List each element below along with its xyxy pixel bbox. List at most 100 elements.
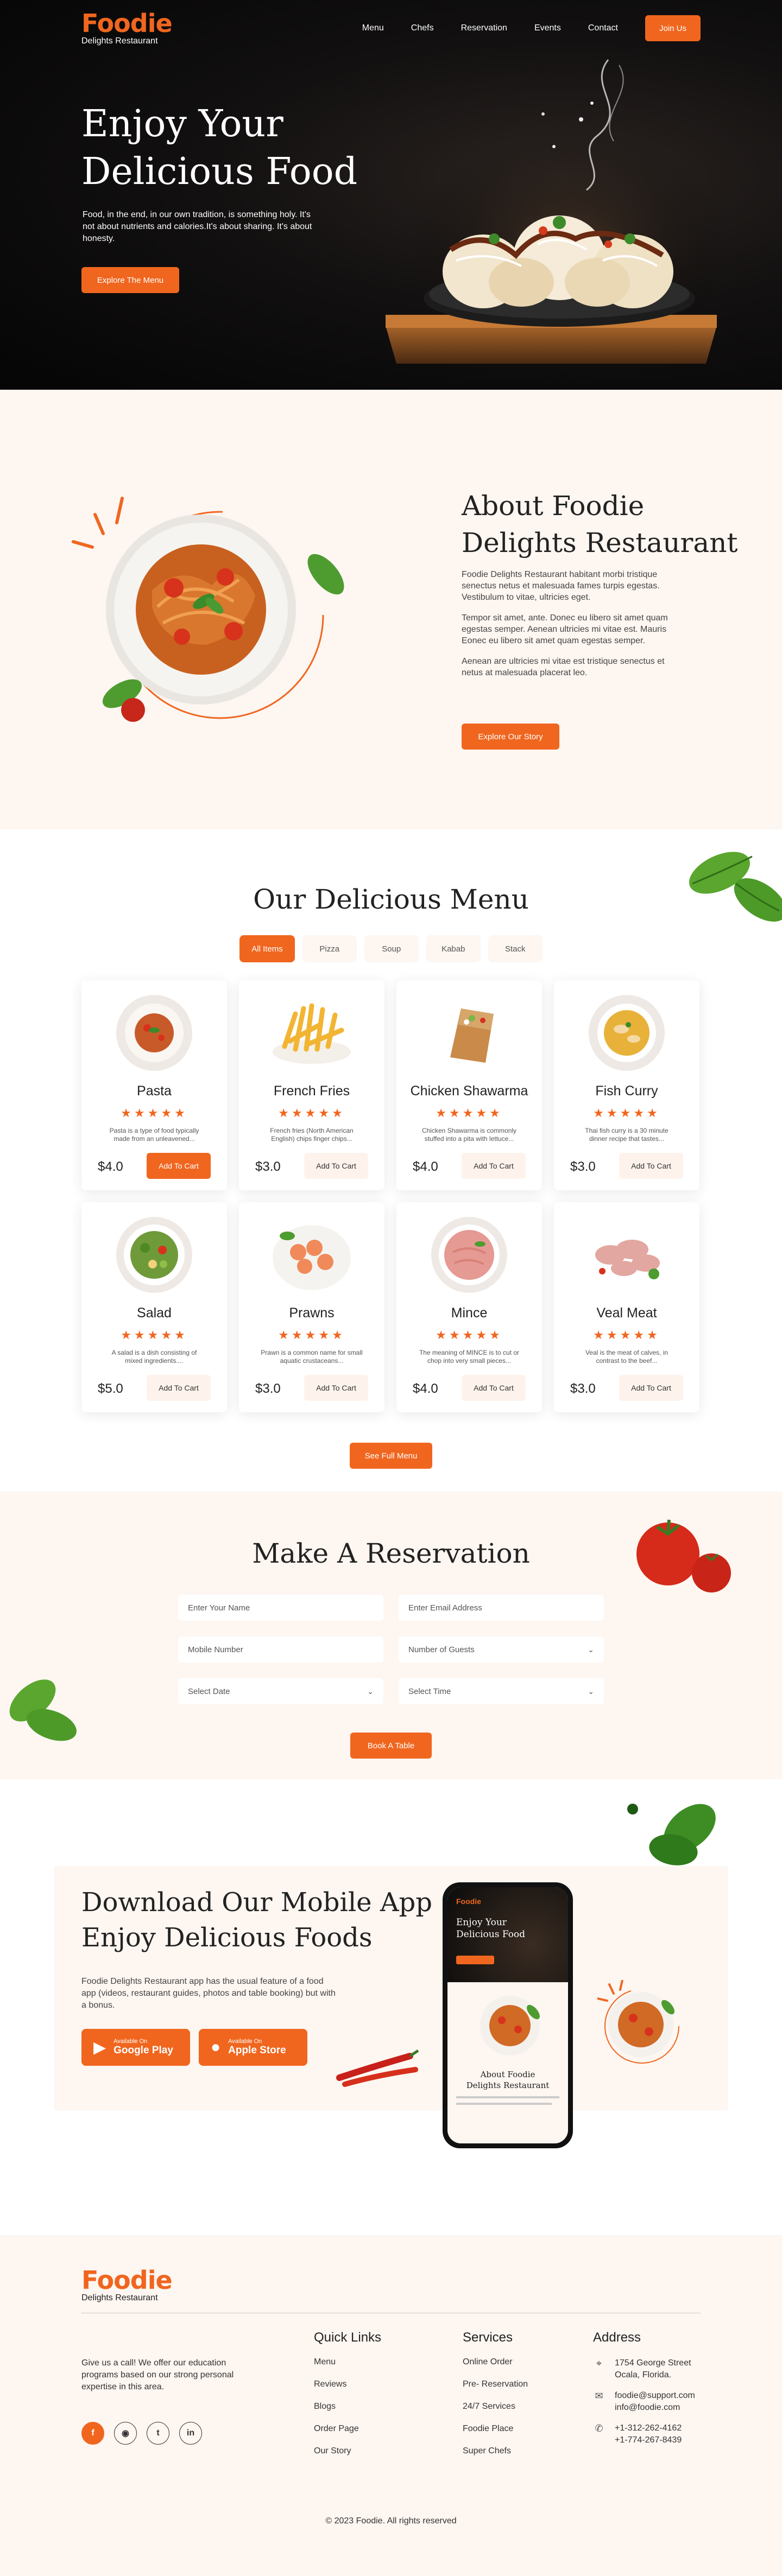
pasta-plate-icon	[116, 995, 192, 1071]
filter-soup[interactable]: Soup	[364, 935, 419, 962]
menu-item-description: Chicken Shawarma is commonly stuffed int…	[421, 1127, 517, 1143]
curry-bowl-icon	[589, 995, 665, 1071]
menu-card[interactable]: Fish Curry ★★★★★ Thai fish curry is a 30…	[554, 980, 699, 1190]
footer-blurb: Give us a call! We offer our education p…	[81, 2358, 234, 2391]
address-phone: ✆ +1-312-262-4162 +1-774-267-8439	[593, 2422, 695, 2446]
menu-item-price: $4.0	[413, 1381, 438, 1396]
email-1[interactable]: foodie@support.com	[615, 2391, 695, 2400]
footer-link-order-page[interactable]: Order Page	[314, 2424, 381, 2434]
social-links: f ◉ t in	[81, 2422, 202, 2445]
date-select-label: Select Date	[188, 1686, 230, 1696]
add-to-cart-button[interactable]: Add To Cart	[619, 1153, 683, 1179]
nav-item-reservation[interactable]: Reservation	[461, 23, 507, 33]
menu-item-name: Veal Meat	[596, 1305, 657, 1321]
instagram-icon[interactable]: ◉	[114, 2422, 137, 2445]
chevron-down-icon: ⌄	[367, 1686, 374, 1696]
add-to-cart-button[interactable]: Add To Cart	[462, 1375, 526, 1401]
menu-card[interactable]: Pasta ★★★★★ Pasta is a type of food typi…	[81, 980, 227, 1190]
quick-links-column: Quick Links Menu Reviews Blogs Order Pag…	[314, 2330, 381, 2469]
time-select[interactable]: Select Time ⌄	[399, 1678, 604, 1704]
nav-item-events[interactable]: Events	[534, 23, 561, 33]
phone-icon: ✆	[595, 2423, 603, 2434]
rating-stars: ★★★★★	[436, 1328, 503, 1342]
pasta-dish-image	[72, 497, 344, 722]
footer-link-our-story[interactable]: Our Story	[314, 2446, 381, 2456]
join-us-button[interactable]: Join Us	[645, 15, 701, 41]
apple-store-label: Apple Store	[228, 2045, 286, 2056]
logo[interactable]: Foodie Delights Restaurant	[81, 11, 173, 46]
menu-item-name: Mince	[451, 1305, 488, 1321]
nav-item-contact[interactable]: Contact	[588, 23, 618, 33]
filter-kabab[interactable]: Kabab	[426, 935, 481, 962]
explore-menu-button[interactable]: Explore The Menu	[81, 267, 179, 293]
service-online-order[interactable]: Online Order	[463, 2357, 528, 2367]
menu-card[interactable]: Prawns ★★★★★ Prawn is a common name for …	[239, 1202, 384, 1412]
add-to-cart-button[interactable]: Add To Cart	[147, 1375, 211, 1401]
mince-bowl-icon	[431, 1217, 507, 1293]
menu-item-price: $3.0	[255, 1159, 281, 1174]
add-to-cart-button[interactable]: Add To Cart	[619, 1375, 683, 1401]
reservation-title: Make A Reservation	[252, 1538, 530, 1569]
chevron-down-icon: ⌄	[588, 1686, 594, 1696]
rating-stars: ★★★★★	[121, 1106, 188, 1120]
about-title-line2: Delights Restaurant	[462, 527, 738, 559]
menu-item-description: Prawn is a common name for small aquatic…	[261, 1349, 363, 1365]
app-title-line1: Download Our Mobile App	[81, 1887, 432, 1918]
footer-link-blogs[interactable]: Blogs	[314, 2402, 381, 2412]
phone-1[interactable]: +1-312-262-4162	[615, 2423, 682, 2433]
menu-item-description: Veal is the meat of calves, in contrast …	[585, 1349, 669, 1365]
menu-item-name: Chicken Shawarma	[410, 1083, 528, 1099]
email-2[interactable]: info@foodie.com	[615, 2403, 680, 2412]
service-24-7[interactable]: 24/7 Services	[463, 2402, 528, 2412]
facebook-icon[interactable]: f	[81, 2422, 104, 2445]
explore-story-button[interactable]: Explore Our Story	[462, 724, 559, 750]
menu-card[interactable]: Veal Meat ★★★★★ Veal is the meat of calv…	[554, 1202, 699, 1412]
add-to-cart-button[interactable]: Add To Cart	[147, 1153, 211, 1179]
mobile-input-placeholder: Mobile Number	[188, 1645, 243, 1654]
linkedin-icon[interactable]: in	[179, 2422, 202, 2445]
nav-item-menu[interactable]: Menu	[362, 23, 384, 33]
google-play-small: Available On	[113, 2038, 148, 2045]
copyright: © 2023 Foodie. All rights reserved	[325, 2516, 457, 2526]
phone-about-title: About Foodie Delights Restaurant	[447, 2069, 568, 2091]
see-full-menu-button[interactable]: See Full Menu	[350, 1443, 432, 1469]
menu-item-price: $3.0	[570, 1159, 596, 1174]
name-input[interactable]: Enter Your Name	[178, 1595, 383, 1621]
nav-item-chefs[interactable]: Chefs	[411, 23, 434, 33]
add-to-cart-button[interactable]: Add To Cart	[304, 1153, 368, 1179]
menu-item-price: $3.0	[255, 1381, 281, 1396]
menu-item-description: A salad is a dish consisting of mixed in…	[111, 1349, 197, 1365]
about-title-line1: About Foodie	[462, 490, 645, 522]
menu-card[interactable]: Salad ★★★★★ A salad is a dish consisting…	[81, 1202, 227, 1412]
add-to-cart-button[interactable]: Add To Cart	[462, 1153, 526, 1179]
top-nav: Foodie Delights Restaurant Menu Chefs Re…	[81, 11, 701, 46]
apple-store-button[interactable]: ● Available On Apple Store	[199, 2029, 307, 2066]
phone-2[interactable]: +1-774-267-8439	[615, 2435, 682, 2445]
footer-logo[interactable]: Foodie Delights Restaurant	[81, 2268, 173, 2302]
guests-select-label: Number of Guests	[408, 1645, 475, 1654]
parsley-decoration	[627, 1804, 716, 1866]
book-table-button[interactable]: Book A Table	[350, 1733, 432, 1759]
wrap-icon	[450, 1008, 494, 1063]
filter-all-items[interactable]: All Items	[239, 935, 295, 962]
address-email: ✉ foodie@support.com info@foodie.com	[593, 2390, 695, 2414]
mobile-input[interactable]: Mobile Number	[178, 1636, 383, 1663]
service-foodie-place[interactable]: Foodie Place	[463, 2424, 528, 2434]
email-input[interactable]: Enter Email Address	[399, 1595, 604, 1621]
add-to-cart-button[interactable]: Add To Cart	[304, 1375, 368, 1401]
footer-link-reviews[interactable]: Reviews	[314, 2380, 381, 2389]
twitter-icon[interactable]: t	[147, 2422, 169, 2445]
menu-card[interactable]: Mince ★★★★★ The meaning of MINCE is to c…	[396, 1202, 542, 1412]
menu-card[interactable]: French Fries ★★★★★ French fries (North A…	[239, 980, 384, 1190]
guests-select[interactable]: Number of Guests ⌄	[399, 1636, 604, 1663]
services-column: Services Online Order Pre- Reservation 2…	[463, 2330, 528, 2469]
service-super-chefs[interactable]: Super Chefs	[463, 2446, 528, 2456]
footer-link-menu[interactable]: Menu	[314, 2357, 381, 2367]
filter-pizza[interactable]: Pizza	[302, 935, 357, 962]
menu-card[interactable]: Chicken Shawarma ★★★★★ Chicken Shawarma …	[396, 980, 542, 1190]
google-play-button[interactable]: ▶ Available On Google Play	[81, 2029, 190, 2066]
date-select[interactable]: Select Date ⌄	[178, 1678, 383, 1704]
filter-stack[interactable]: Stack	[488, 935, 543, 962]
hero-title: Enjoy Your Delicious Food	[81, 100, 357, 196]
service-pre-reservation[interactable]: Pre- Reservation	[463, 2380, 528, 2389]
